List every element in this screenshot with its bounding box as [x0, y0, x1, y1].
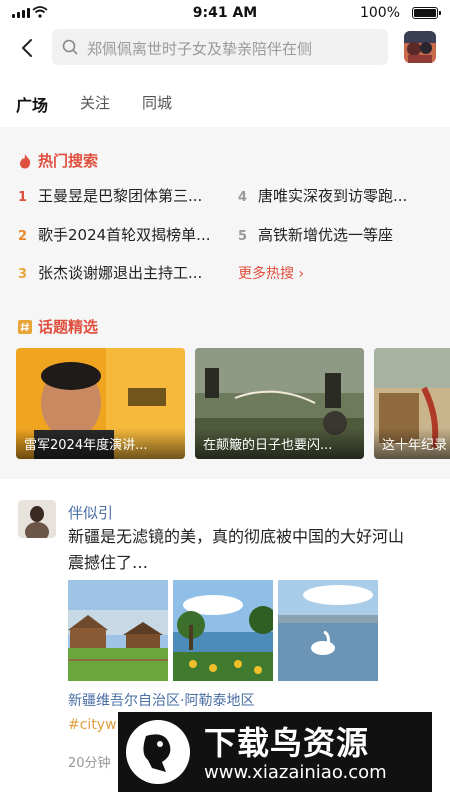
post-author-name[interactable]: 伴似引: [68, 502, 113, 523]
topic-card-caption: 在颠簸的日子也要闪...: [195, 428, 364, 459]
tab-plaza[interactable]: 广场: [16, 92, 48, 116]
hot-search-item[interactable]: 3 张杰谈谢娜退出主持工...: [18, 262, 223, 283]
user-avatar[interactable]: [404, 31, 436, 63]
status-bar: 9:41 AM 100%: [0, 0, 450, 28]
hot-text: 王曼昱是巴黎团体第三...: [38, 187, 203, 205]
hot-rank: 5: [238, 229, 248, 244]
back-arrow-icon[interactable]: [14, 34, 42, 62]
hot-text: 歌手2024首轮双揭榜单...: [38, 226, 211, 244]
top-bar: 郑佩佩离世时子女及挚亲陪伴在侧: [0, 28, 450, 72]
post-photo[interactable]: [68, 580, 168, 681]
search-placeholder: 郑佩佩离世时子女及挚亲陪伴在侧: [87, 40, 313, 58]
feed-tabs: 广场 关注 同城: [16, 92, 204, 116]
topic-card-caption: 这十年纪录: [374, 428, 450, 459]
watermark-title: 下载鸟资源: [204, 724, 370, 762]
tab-following[interactable]: 关注: [80, 92, 110, 116]
hot-text: 张杰谈谢娜退出主持工...: [38, 264, 203, 282]
post-author-avatar[interactable]: [18, 500, 56, 538]
topic-card-caption: 雷军2024年度演讲...: [16, 428, 185, 459]
search-input[interactable]: 郑佩佩离世时子女及挚亲陪伴在侧: [52, 29, 388, 65]
more-hot-search-link[interactable]: 更多热搜 ›: [238, 263, 304, 283]
hot-search-item[interactable]: 1 王曼昱是巴黎团体第三...: [18, 185, 223, 206]
topic-card[interactable]: 这十年纪录: [374, 348, 450, 459]
hot-rank: 4: [238, 190, 248, 205]
topics-title: 话题精选: [38, 318, 99, 336]
post-text: 新疆是无滤镜的美，真的彻底被中国的大好河山震撼住了…: [68, 527, 405, 572]
battery-icon: [412, 7, 441, 19]
tab-nearby[interactable]: 同城: [142, 92, 172, 116]
hot-search-title: 热门搜索: [38, 152, 99, 170]
watermark-banner: 下载鸟资源 www.xiazainiao.com: [118, 712, 432, 792]
flame-icon: [20, 153, 31, 168]
hot-search-item[interactable]: 4 唐唯实深夜到访零跑...: [238, 185, 438, 206]
post-location[interactable]: 新疆维吾尔自治区·阿勒泰地区: [68, 690, 254, 710]
hot-rank: 2: [18, 229, 28, 244]
hot-search-header: 热门搜索: [18, 150, 98, 171]
topics-header: 话题精选: [18, 316, 98, 337]
watermark-logo: [126, 720, 190, 784]
topic-cards: 雷军2024年度演讲... 在颠簸的日子也要闪... 这十年纪录: [16, 348, 450, 461]
hot-text: 高铁新增优选一等座: [258, 226, 394, 244]
post-topic-tag[interactable]: #cityw: [68, 717, 117, 733]
post-photo[interactable]: [278, 580, 378, 681]
battery-percent: 100%: [359, 5, 400, 21]
search-icon: [62, 39, 78, 55]
hot-search-item[interactable]: 5 高铁新增优选一等座: [238, 224, 438, 245]
hot-rank: 1: [18, 190, 28, 205]
hot-text: 唐唯实深夜到访零跑...: [258, 187, 408, 205]
hot-search-item[interactable]: 2 歌手2024首轮双揭榜单...: [18, 224, 228, 245]
post-time: 20分钟: [68, 756, 111, 771]
post-photo[interactable]: [173, 580, 273, 681]
hot-rank: 3: [18, 267, 28, 282]
watermark-url: www.xiazainiao.com: [204, 762, 387, 783]
topic-card[interactable]: 雷军2024年度演讲...: [16, 348, 185, 459]
topic-card[interactable]: 在颠簸的日子也要闪...: [195, 348, 364, 459]
hashtag-icon: [18, 319, 32, 334]
